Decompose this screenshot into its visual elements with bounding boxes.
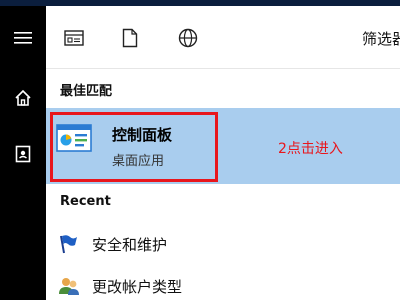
document-icon <box>122 28 138 48</box>
recent-item-label: 更改帐户类型 <box>92 278 183 296</box>
notebook-button[interactable] <box>0 134 46 174</box>
documents-filter-button[interactable] <box>118 26 142 50</box>
hamburger-icon <box>14 32 32 44</box>
best-match-heading: 最佳匹配 <box>60 84 113 99</box>
home-button[interactable] <box>0 78 46 118</box>
recent-item-account-type[interactable]: 更改帐户类型 <box>46 268 400 302</box>
recent-item-label: 安全和维护 <box>92 236 168 254</box>
start-left-rail <box>0 6 46 300</box>
web-filter-button[interactable] <box>176 26 200 50</box>
users-icon <box>59 278 79 295</box>
recent-item-security[interactable]: 安全和维护 <box>46 226 400 260</box>
control-panel-icon <box>56 124 92 152</box>
annotation-text: 2点击进入 <box>278 141 343 157</box>
apps-filter-button[interactable] <box>62 26 86 50</box>
result-title: 控制面板 <box>112 126 173 144</box>
menu-button[interactable] <box>0 18 46 58</box>
security-flag-icon <box>60 235 77 254</box>
home-icon <box>15 89 31 106</box>
best-match-result[interactable]: 控制面板 桌面应用 2点击进入 <box>46 108 400 184</box>
notebook-icon <box>15 145 31 163</box>
filters-dropdown[interactable]: 筛选器 <box>362 28 400 49</box>
app-window-icon <box>64 30 84 46</box>
globe-icon <box>178 28 198 48</box>
filter-bar: 筛选器 <box>46 6 400 69</box>
search-results-panel: 筛选器 最佳匹配 控制面板 桌面应用 2点击进入 Recent 安全和维护 更改… <box>46 6 400 300</box>
result-subtitle: 桌面应用 <box>112 154 165 169</box>
recent-heading: Recent <box>60 194 111 209</box>
